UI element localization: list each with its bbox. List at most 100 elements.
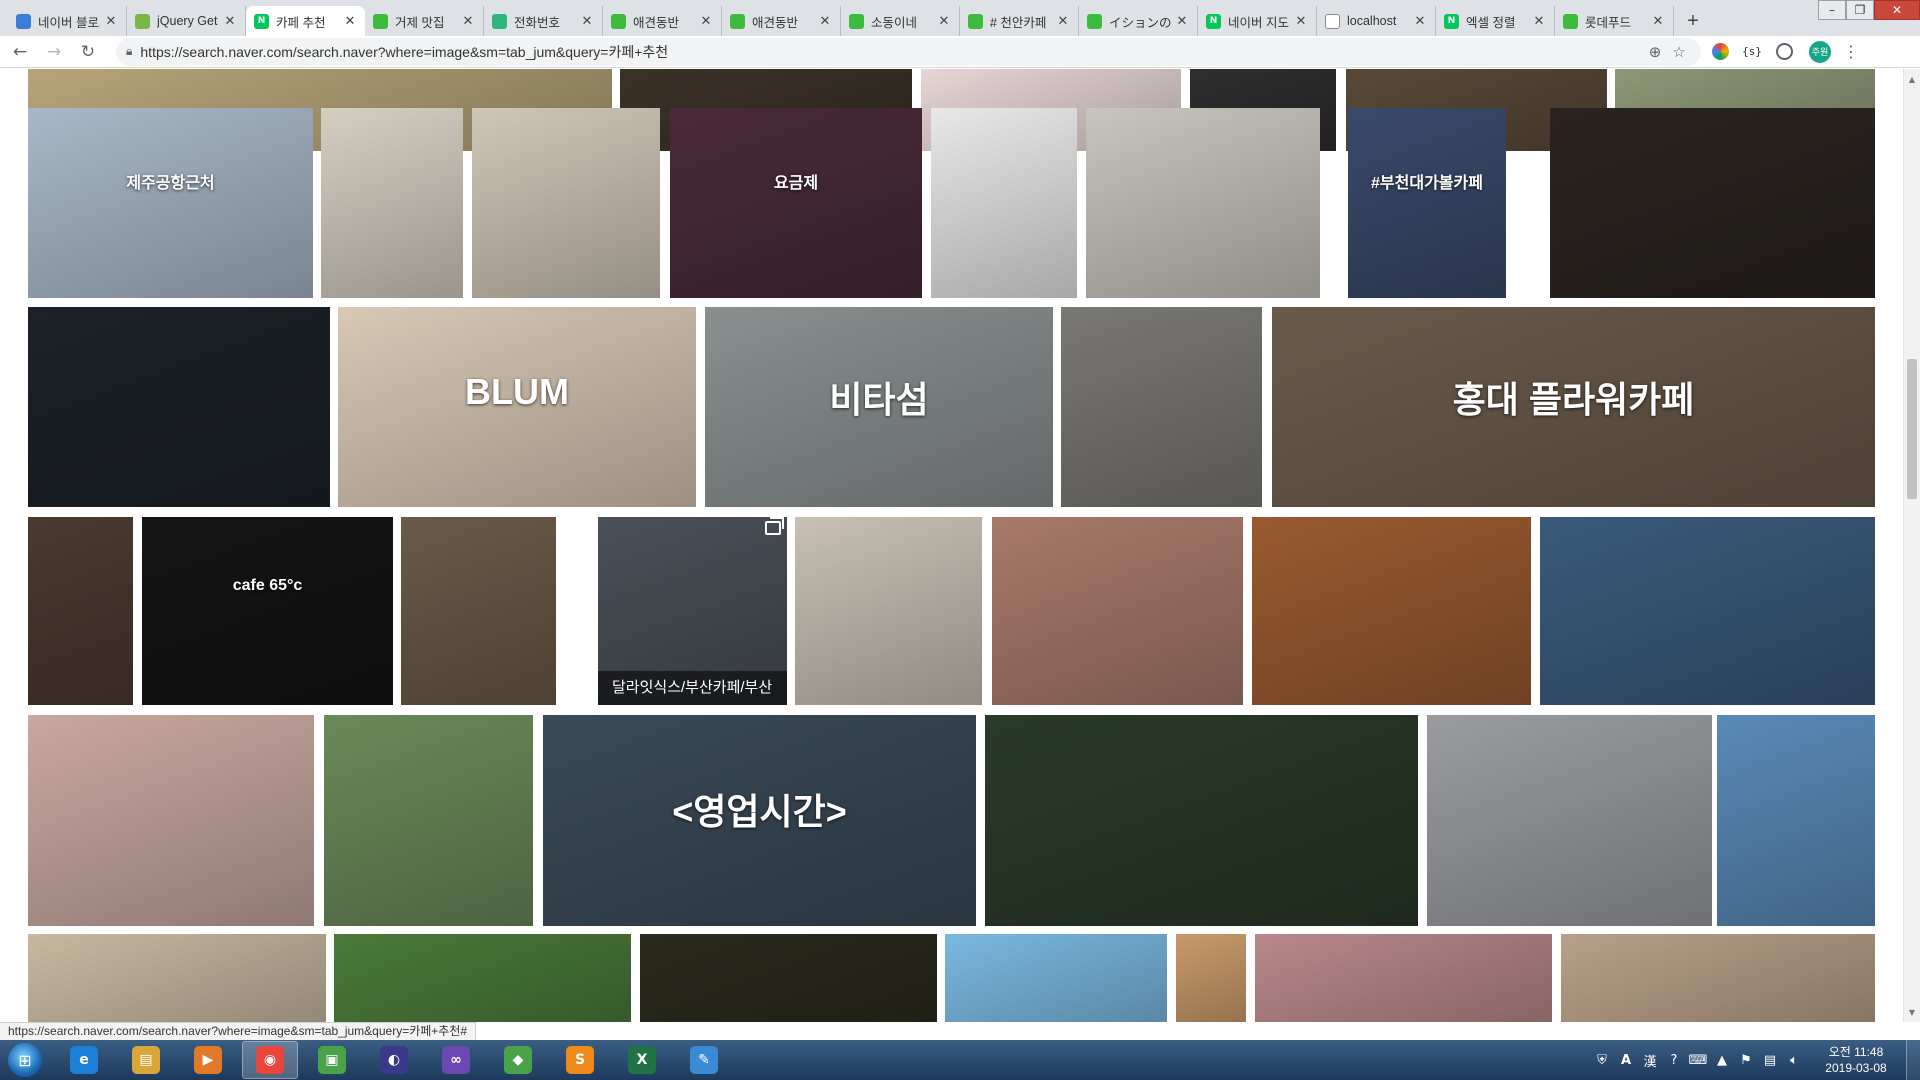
tray-expand-icon[interactable]: ▲: [1712, 1050, 1732, 1070]
browser-tab[interactable]: 네이버 블로그 ✕: [8, 6, 127, 36]
tab-close-icon[interactable]: ✕: [1294, 14, 1308, 29]
ime-hanja-indicator[interactable]: 漢: [1640, 1050, 1660, 1070]
image-result-thumbnail[interactable]: [931, 108, 1077, 298]
tab-close-icon[interactable]: ✕: [104, 14, 118, 29]
tab-close-icon[interactable]: ✕: [1175, 14, 1189, 29]
taskbar-app-media[interactable]: ▶: [180, 1041, 236, 1079]
extension-bracket-icon[interactable]: {s}: [1739, 39, 1765, 65]
taskbar-app-ie[interactable]: e: [56, 1041, 112, 1079]
tab-close-icon[interactable]: ✕: [699, 14, 713, 29]
taskbar-app-explorer[interactable]: ▤: [118, 1041, 174, 1079]
browser-tab[interactable]: N 카페 추천 ✕: [246, 6, 365, 36]
image-result-thumbnail[interactable]: cafe 65°c: [142, 517, 393, 705]
tab-close-icon[interactable]: ✕: [1413, 14, 1427, 29]
image-result-thumbnail[interactable]: [401, 517, 556, 705]
browser-tab[interactable]: 애견동반 ✕: [603, 6, 722, 36]
extension-color-icon[interactable]: [1707, 39, 1733, 65]
image-result-thumbnail[interactable]: [28, 934, 326, 1022]
image-result-thumbnail[interactable]: [1550, 108, 1875, 298]
browser-tab[interactable]: localhost ✕: [1317, 6, 1436, 36]
taskbar-app-sublime[interactable]: S: [552, 1041, 608, 1079]
scrollbar-thumb[interactable]: [1907, 359, 1917, 499]
action-center-flag-icon[interactable]: ⚑: [1736, 1050, 1756, 1070]
back-arrow-icon[interactable]: ←: [6, 38, 34, 66]
browser-tab[interactable]: 소동이네 ✕: [841, 6, 960, 36]
image-result-thumbnail[interactable]: [472, 108, 660, 298]
tab-close-icon[interactable]: ✕: [461, 14, 475, 29]
restore-button[interactable]: ❐: [1846, 0, 1874, 20]
image-result-thumbnail[interactable]: [321, 108, 463, 298]
taskbar-app-chrome[interactable]: ◉: [242, 1041, 298, 1079]
ime-settings-icon[interactable]: ⌨: [1688, 1050, 1708, 1070]
taskbar-app-eclipse[interactable]: ◐: [366, 1041, 422, 1079]
tab-close-icon[interactable]: ✕: [343, 14, 357, 29]
image-result-thumbnail[interactable]: [28, 715, 314, 926]
image-result-thumbnail[interactable]: [992, 517, 1243, 705]
taskbar-app-remote[interactable]: ▣: [304, 1041, 360, 1079]
taskbar-clock[interactable]: 오전 11:48 2019-03-08: [1816, 1044, 1896, 1076]
browser-tab[interactable]: 전화번호 ✕: [484, 6, 603, 36]
browser-tab[interactable]: jQuery Get ✕: [127, 6, 246, 36]
browser-tab[interactable]: 롯데푸드 ✕: [1555, 6, 1674, 36]
image-result-thumbnail[interactable]: [640, 934, 937, 1022]
browser-tab[interactable]: # 천안카페 ✕: [960, 6, 1079, 36]
taskbar-app-paint[interactable]: ✎: [676, 1041, 732, 1079]
new-tab-button[interactable]: +: [1678, 6, 1708, 36]
tab-close-icon[interactable]: ✕: [223, 14, 237, 29]
lock-icon[interactable]: 🔒︎: [126, 44, 132, 59]
image-result-thumbnail[interactable]: [1086, 108, 1320, 298]
image-result-thumbnail[interactable]: [1255, 934, 1552, 1022]
tab-close-icon[interactable]: ✕: [937, 14, 951, 29]
image-result-thumbnail[interactable]: [1176, 934, 1246, 1022]
image-result-thumbnail[interactable]: 비타섬: [705, 307, 1053, 507]
image-result-thumbnail[interactable]: [985, 715, 1418, 926]
address-bar[interactable]: 🔒︎ https://search.naver.com/search.naver…: [116, 37, 1701, 66]
start-button[interactable]: ⊞: [0, 1040, 50, 1080]
image-result-thumbnail[interactable]: [795, 517, 982, 705]
browser-tab[interactable]: N 네이버 지도 ✕: [1198, 6, 1317, 36]
scroll-up-arrow-icon[interactable]: ▲: [1904, 71, 1920, 87]
image-result-thumbnail[interactable]: [28, 307, 330, 507]
taskbar-app-vs[interactable]: ∞: [428, 1041, 484, 1079]
help-icon[interactable]: ?: [1664, 1050, 1684, 1070]
tab-close-icon[interactable]: ✕: [818, 14, 832, 29]
image-result-thumbnail[interactable]: #부천대가볼카페: [1348, 108, 1506, 298]
image-result-thumbnail[interactable]: [1061, 307, 1262, 507]
menu-kebab-icon[interactable]: ⋮: [1841, 42, 1861, 61]
ime-alpha-indicator[interactable]: A: [1616, 1050, 1636, 1070]
image-result-thumbnail[interactable]: BLUM: [338, 307, 696, 507]
page-scrollbar[interactable]: ▲ ▼: [1903, 69, 1920, 1022]
image-result-thumbnail[interactable]: 달라잇식스/부산카페/부산: [598, 517, 787, 705]
image-result-thumbnail[interactable]: [1252, 517, 1531, 705]
show-desktop-button[interactable]: [1906, 1040, 1920, 1080]
browser-tab[interactable]: 애견동반 ✕: [722, 6, 841, 36]
zoom-icon[interactable]: ⊕: [1643, 43, 1667, 61]
image-result-thumbnail[interactable]: 요금제: [670, 108, 922, 298]
reload-icon[interactable]: ↻: [74, 38, 102, 66]
image-result-thumbnail[interactable]: 제주공항근처: [28, 108, 313, 298]
image-result-thumbnail[interactable]: [945, 934, 1167, 1022]
bookmark-star-icon[interactable]: ☆: [1667, 43, 1691, 61]
forward-arrow-icon[interactable]: →: [40, 38, 68, 66]
taskbar-app-node[interactable]: ◆: [490, 1041, 546, 1079]
browser-tab[interactable]: 거제 맛집 ✕: [365, 6, 484, 36]
profile-avatar[interactable]: 주원: [1809, 40, 1831, 63]
image-result-thumbnail[interactable]: [1540, 517, 1875, 705]
image-result-thumbnail[interactable]: [28, 517, 133, 705]
taskbar-app-excel[interactable]: X: [614, 1041, 670, 1079]
close-window-button[interactable]: ✕: [1874, 0, 1920, 20]
browser-tab[interactable]: N 엑셀 정렬 ✕: [1436, 6, 1555, 36]
browser-tab[interactable]: イションの ✕: [1079, 6, 1198, 36]
image-result-thumbnail[interactable]: [1561, 934, 1875, 1022]
image-result-thumbnail[interactable]: [1717, 715, 1875, 926]
address-url[interactable]: https://search.naver.com/search.naver?wh…: [140, 42, 1643, 62]
tab-close-icon[interactable]: ✕: [580, 14, 594, 29]
minimize-button[interactable]: –: [1818, 0, 1846, 20]
extension-circle-icon[interactable]: [1771, 39, 1797, 65]
shield-icon[interactable]: ⛨: [1592, 1050, 1612, 1070]
tab-close-icon[interactable]: ✕: [1532, 14, 1546, 29]
volume-icon[interactable]: 🔈︎: [1784, 1050, 1804, 1070]
tab-close-icon[interactable]: ✕: [1651, 14, 1665, 29]
scroll-down-arrow-icon[interactable]: ▼: [1904, 1004, 1920, 1020]
network-icon[interactable]: ▤: [1760, 1050, 1780, 1070]
